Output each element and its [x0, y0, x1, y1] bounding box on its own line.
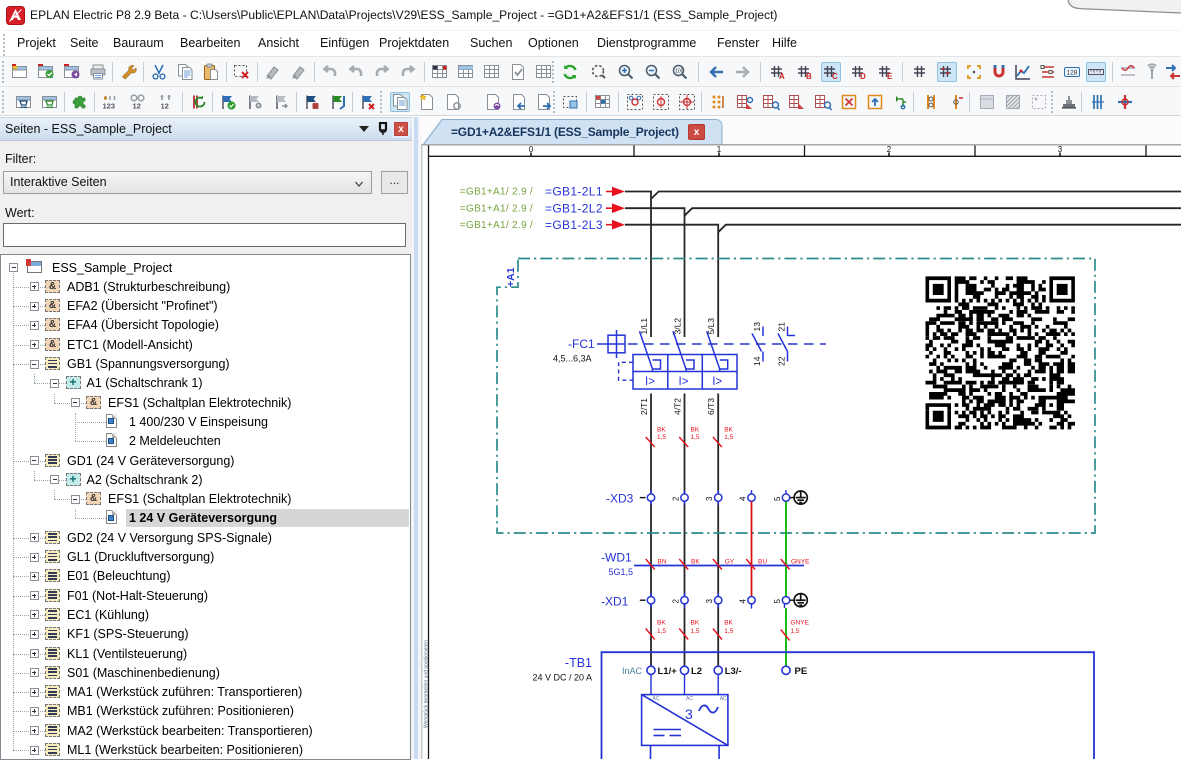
svg-text:123: 123 [103, 102, 116, 111]
svg-text:=GB1+A1/ 2.9 /: =GB1+A1/ 2.9 / [460, 220, 533, 231]
svg-text:13: 13 [752, 322, 762, 332]
svg-text:GNYE: GNYE [791, 559, 810, 566]
svg-text:5G1,5: 5G1,5 [609, 567, 634, 577]
svg-text:AC: AC [720, 696, 727, 702]
svg-text:14: 14 [752, 356, 762, 366]
svg-text:BN: BN [658, 559, 667, 566]
svg-text:=GB1-2L3: =GB1-2L3 [545, 218, 603, 232]
svg-text:+A1: +A1 [505, 267, 517, 287]
svg-text:I>: I> [645, 376, 655, 388]
svg-text:-TB1: -TB1 [565, 656, 592, 670]
svg-text:2: 2 [672, 496, 681, 501]
svg-text:I>: I> [712, 376, 722, 388]
svg-text:4,5...6,3A: 4,5...6,3A [553, 354, 592, 364]
svg-text:1,5: 1,5 [691, 434, 700, 441]
svg-text:BK: BK [657, 620, 666, 627]
svg-text:1,5: 1,5 [657, 434, 666, 441]
svg-text:-FC1: -FC1 [568, 337, 595, 351]
svg-text:-XD1: -XD1 [601, 595, 629, 609]
svg-text:BK: BK [691, 620, 700, 627]
svg-text:=GB1+A1/ 2.9 /: =GB1+A1/ 2.9 / [460, 203, 533, 214]
svg-text:1,5: 1,5 [724, 628, 733, 635]
svg-text:12: 12 [133, 102, 141, 111]
svg-text:Werkstück bearbeiten und posit: Werkstück bearbeiten und positionieren [424, 640, 430, 728]
svg-text:1,5: 1,5 [657, 628, 666, 635]
svg-text:22: 22 [777, 356, 787, 366]
svg-text:3: 3 [705, 496, 714, 501]
svg-text:3: 3 [705, 599, 714, 604]
svg-text:-WD1: -WD1 [601, 551, 632, 565]
svg-text:E: E [887, 72, 893, 81]
svg-text:24 V DC / 20 A: 24 V DC / 20 A [532, 673, 592, 683]
svg-text:5: 5 [773, 599, 782, 604]
svg-text:BU: BU [758, 559, 767, 566]
svg-text:1,5: 1,5 [691, 628, 700, 635]
svg-text:AC: AC [686, 696, 693, 702]
svg-text:-XD3: -XD3 [606, 492, 634, 506]
svg-text:5/L3: 5/L3 [706, 318, 716, 335]
svg-text:BK: BK [691, 427, 700, 434]
svg-text:AC: AC [653, 696, 660, 702]
svg-text:A: A [779, 72, 785, 81]
svg-text:PE: PE [795, 666, 808, 677]
svg-text:100: 100 [675, 69, 684, 75]
svg-text:=GB1-2L1: =GB1-2L1 [545, 185, 603, 199]
svg-text:BK: BK [724, 427, 733, 434]
svg-text:12: 12 [161, 102, 169, 111]
svg-text:3/L2: 3/L2 [673, 318, 683, 335]
svg-text:1,5: 1,5 [791, 628, 800, 635]
svg-text:3: 3 [685, 706, 693, 722]
svg-text:GY: GY [725, 559, 735, 566]
svg-text:L1/+: L1/+ [658, 666, 678, 677]
svg-text:4/T2: 4/T2 [673, 398, 683, 415]
svg-text:D: D [860, 72, 866, 81]
svg-text:C: C [832, 72, 838, 81]
svg-text:1,5: 1,5 [724, 434, 733, 441]
svg-text:1/L1: 1/L1 [639, 318, 649, 335]
svg-text:21: 21 [777, 322, 787, 332]
svg-text:4: 4 [739, 599, 748, 604]
svg-text:BK: BK [724, 620, 733, 627]
svg-text:6/T3: 6/T3 [706, 398, 716, 415]
svg-text:5: 5 [773, 496, 782, 501]
svg-text:2: 2 [672, 599, 681, 604]
svg-text:128: 128 [1067, 70, 1078, 77]
svg-text:=GB1-2L2: =GB1-2L2 [545, 201, 603, 215]
svg-text:2/T1: 2/T1 [639, 398, 649, 415]
svg-text:B: B [806, 72, 812, 81]
svg-text:=GB1+A1/ 2.9 /: =GB1+A1/ 2.9 / [460, 187, 533, 198]
svg-text:4: 4 [739, 496, 748, 501]
svg-text:L2: L2 [691, 666, 702, 677]
svg-text:L3/-: L3/- [725, 666, 742, 677]
svg-text:BK: BK [657, 427, 666, 434]
svg-text:BK: BK [691, 559, 700, 566]
svg-text:GNYE: GNYE [791, 620, 810, 627]
svg-text:InAC: InAC [622, 666, 643, 676]
svg-text:I>: I> [679, 376, 689, 388]
